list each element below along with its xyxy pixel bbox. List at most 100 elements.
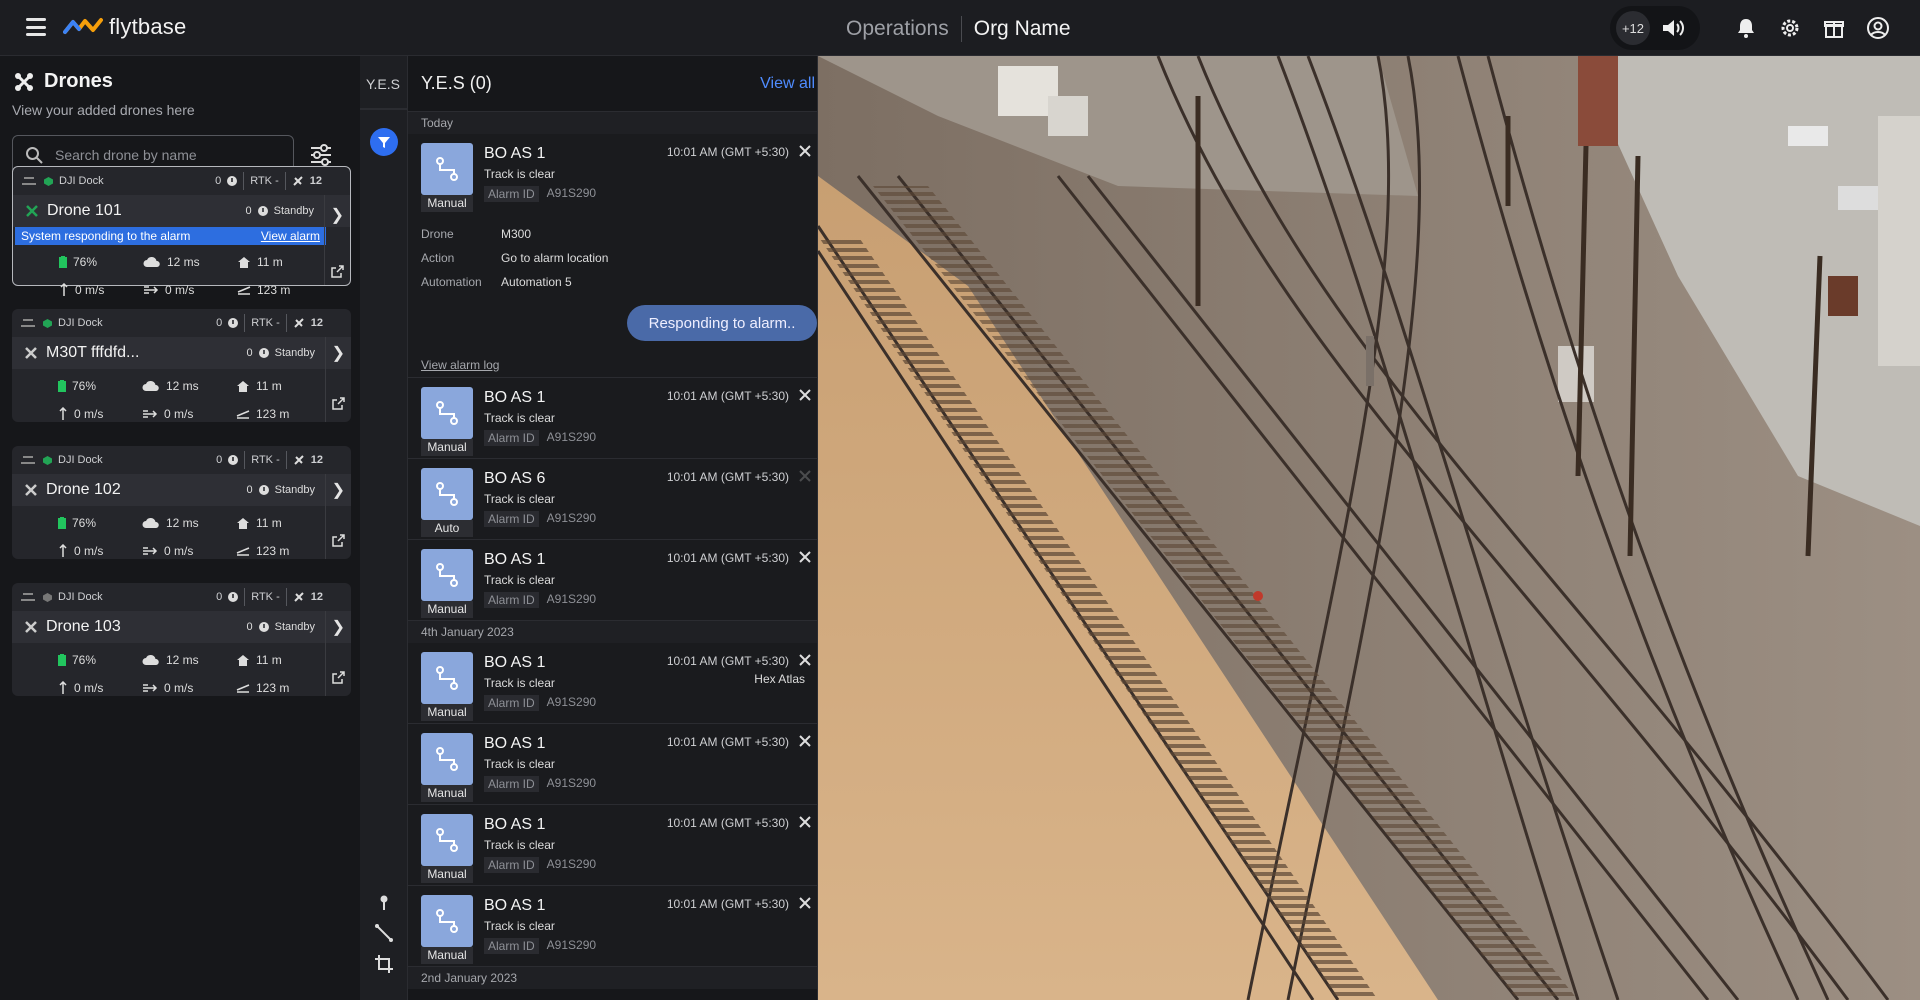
alarm-details: Drone M300 Action Go to alarm location Aut…: [421, 222, 608, 294]
menu-icon[interactable]: [26, 18, 46, 36]
tab-yes[interactable]: Y.E.S: [366, 76, 400, 92]
detail-label: Drone: [421, 227, 454, 241]
alarm-title: BO AS 1: [484, 145, 546, 162]
whats-new-button[interactable]: [1812, 0, 1856, 56]
close-icon[interactable]: [797, 143, 813, 159]
vertical-speed-stat: 0 m/s: [59, 283, 143, 297]
account-icon: [1867, 17, 1889, 39]
drone-card[interactable]: DJI Dock 0 RTK - 12 M30T fffdfd... 0 Sta…: [12, 309, 351, 422]
drone-card[interactable]: DJI Dock 0 RTK - 12 Drone 102 0 Standby: [12, 446, 351, 559]
alarm-item[interactable]: Manual BO AS 1 Track is clear Alarm ID A9…: [408, 540, 817, 621]
external-link-icon[interactable]: [332, 397, 345, 410]
responding-button[interactable]: Responding to alarm..: [627, 305, 817, 341]
alarm-thumbnail: [421, 468, 473, 520]
speaker-icon[interactable]: [1660, 16, 1686, 40]
live-video-feed[interactable]: [818, 56, 1920, 1000]
alert-icon: [227, 176, 238, 186]
logo[interactable]: flytbase: [63, 14, 186, 40]
dock-name: DJI Dock: [43, 175, 104, 187]
notifications-button[interactable]: [1724, 0, 1768, 56]
chevron-right-icon[interactable]: ❯: [332, 617, 345, 637]
alarm-item[interactable]: Manual BO AS 1 Track is clear Alarm ID A9…: [408, 724, 817, 805]
alarm-thumbnail: [421, 549, 473, 601]
status-count: 0: [246, 347, 253, 359]
alarm-title: BO AS 1: [484, 816, 546, 833]
alarm-item[interactable]: Auto BO AS 6 Track is clear Alarm ID A91S…: [408, 459, 817, 540]
alarm-source: Hex Atlas: [754, 672, 805, 686]
alarm-item[interactable]: Manual BO AS 1 Track is clear Alarm ID A9…: [408, 643, 817, 724]
external-link-icon[interactable]: [332, 534, 345, 547]
dock-model-icon: [22, 177, 36, 185]
card-actions: ❯: [325, 337, 351, 422]
altitude-icon: [236, 684, 250, 693]
alarm-item[interactable]: Manual BO AS 1 Track is clear Alarm ID A9…: [408, 805, 817, 886]
org-name[interactable]: Org Name: [974, 17, 1071, 41]
audio-alert-pill[interactable]: +12: [1610, 6, 1700, 50]
close-icon[interactable]: [797, 733, 813, 749]
close-icon[interactable]: [797, 652, 813, 668]
view-alarm-link[interactable]: View alarm: [261, 229, 320, 243]
dock-model-icon: [21, 319, 35, 327]
alert-icon: [228, 455, 239, 465]
altitude-icon: [236, 410, 250, 419]
alarm-title: BO AS 1: [484, 654, 546, 671]
dock-alert-count: 0: [216, 317, 223, 329]
alarm-title: BO AS 1: [484, 389, 546, 406]
pin-tool-icon[interactable]: [374, 892, 394, 912]
home-icon: [237, 655, 249, 666]
date-group-header: Today: [408, 112, 817, 134]
alarm-item[interactable]: Manual BO AS 1 Track is clear Alarm ID A9…: [408, 378, 817, 459]
alarm-item-expanded[interactable]: Manual BO AS 1 Track is clear Alarm ID A9…: [408, 134, 817, 378]
close-icon[interactable]: [797, 549, 813, 565]
chevron-right-icon[interactable]: ❯: [332, 343, 345, 363]
route-icon: [436, 909, 458, 933]
view-all-link[interactable]: View all: [760, 75, 815, 93]
alarm-mode-tag: Auto: [421, 520, 473, 537]
filter-button[interactable]: [370, 128, 398, 156]
view-alarm-log-link[interactable]: View alarm log: [421, 358, 499, 372]
alarm-thumbnail: [421, 143, 473, 195]
satellite-count: 12: [310, 317, 323, 329]
alarm-mode-tag: Manual: [421, 866, 473, 883]
chevron-right-icon[interactable]: ❯: [331, 205, 344, 225]
vertical-speed-icon: [59, 407, 67, 420]
alert-icon: [258, 485, 269, 495]
altitude-icon: [237, 286, 251, 295]
alarm-item[interactable]: Manual BO AS 1 Track is clear Alarm ID A9…: [408, 886, 817, 967]
external-link-icon[interactable]: [331, 265, 344, 278]
alarm-title: BO AS 1: [484, 551, 546, 568]
satellite-icon: [294, 592, 304, 602]
crop-tool-icon[interactable]: [374, 954, 394, 974]
logo-text: flytbase: [109, 14, 187, 39]
close-icon[interactable]: [797, 814, 813, 830]
satellite-icon: [294, 455, 304, 465]
external-link-icon[interactable]: [332, 671, 345, 684]
close-icon[interactable]: [797, 895, 813, 911]
line-tool-icon[interactable]: [374, 923, 394, 943]
drone-icon: [25, 347, 37, 359]
alarm-subtitle: Track is clear: [484, 919, 555, 933]
status-count: 0: [246, 621, 253, 633]
drone-card[interactable]: DJI Dock 0 RTK - 12 Drone 101 0 Standby …: [12, 166, 351, 297]
detail-value: Automation 5: [501, 275, 572, 289]
horizontal-speed-stat: 0 m/s: [142, 544, 236, 558]
settings-button[interactable]: [1768, 0, 1812, 56]
dock-status-icon: [43, 318, 52, 328]
cloud-icon: [142, 654, 159, 665]
dock-alert-count: 0: [215, 175, 222, 187]
alarm-id: Alarm ID A91S290: [484, 592, 596, 608]
drone-card[interactable]: DJI Dock 0 RTK - 12 Drone 103 0 Standby: [12, 583, 351, 696]
close-icon[interactable]: [797, 468, 813, 484]
alarm-mode-tag: Manual: [421, 704, 473, 721]
filter-sliders-icon[interactable]: [308, 142, 334, 168]
battery-stat: 76%: [58, 516, 142, 530]
top-bar: flytbase Operations Org Name +12: [0, 0, 1920, 56]
header-divider: [960, 16, 962, 42]
chevron-right-icon[interactable]: ❯: [332, 480, 345, 500]
battery-icon: [58, 517, 66, 529]
section-title[interactable]: Operations: [846, 17, 949, 41]
close-icon[interactable]: [797, 387, 813, 403]
account-button[interactable]: [1856, 0, 1900, 56]
search-input[interactable]: [55, 147, 275, 163]
alarm-id: Alarm ID A91S290: [484, 776, 596, 792]
